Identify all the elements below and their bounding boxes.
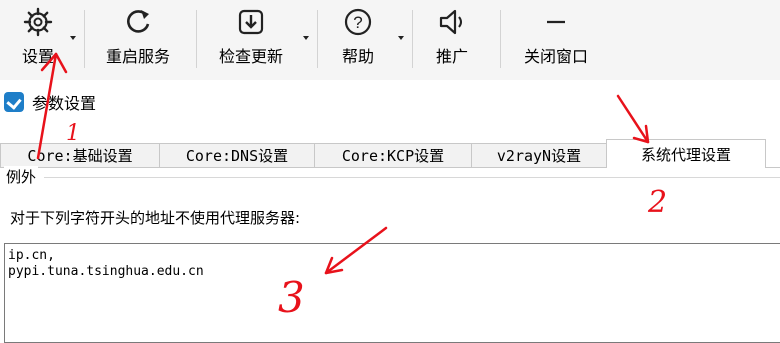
gear-icon	[23, 7, 53, 37]
tab-core-kcp[interactable]: Core:KCP设置	[314, 143, 472, 167]
check-update-label: 检查更新	[218, 47, 283, 66]
check-update-button[interactable]: 检查更新	[211, 6, 291, 74]
restart-service-label: 重启服务	[105, 47, 170, 66]
settings-label: 设置	[21, 47, 54, 66]
settings-button[interactable]: 设置	[14, 6, 62, 74]
proxy-exceptions-textarea[interactable]	[4, 243, 780, 343]
toolbar: 设置 重启服务 检查更新 ? 帮助 推广 关闭窗口	[0, 0, 780, 80]
svg-text:?: ?	[353, 13, 362, 32]
exceptions-description: 对于下列字符开头的地址不使用代理服务器:	[10, 209, 301, 227]
tab-system-proxy[interactable]: 系统代理设置	[606, 139, 766, 168]
restart-icon	[127, 10, 150, 33]
close-window-label: 关闭窗口	[523, 47, 588, 66]
window-title-bar: 参数设置	[0, 84, 96, 120]
promote-button[interactable]: 推广	[430, 6, 474, 74]
help-dropdown-arrow[interactable]	[398, 36, 404, 40]
toolbar-separator	[196, 10, 197, 68]
tab-core-dns[interactable]: Core:DNS设置	[159, 143, 315, 167]
toolbar-separator	[317, 10, 318, 68]
group-divider	[44, 177, 780, 178]
tab-core-basic[interactable]: Core:基础设置	[0, 143, 160, 167]
minimize-icon	[547, 20, 565, 24]
promote-label: 推广	[435, 47, 468, 66]
annotation-number-2: 2	[647, 185, 667, 220]
toolbar-separator	[500, 10, 501, 68]
help-label: 帮助	[341, 47, 374, 66]
download-icon	[238, 9, 264, 35]
close-window-button[interactable]: 关闭窗口	[516, 6, 596, 74]
speaker-icon	[439, 9, 462, 35]
toolbar-separator	[84, 10, 85, 68]
restart-service-button[interactable]: 重启服务	[100, 6, 176, 74]
tab-v2rayn-settings[interactable]: v2rayN设置	[471, 143, 607, 167]
settings-tabs: Core:基础设置 Core:DNS设置 Core:KCP设置 v2rayN设置…	[0, 139, 780, 168]
v2rayn-logo-icon	[4, 92, 24, 112]
annotation-arrow-2	[616, 94, 650, 144]
toolbar-separator	[412, 10, 413, 68]
window-title: 参数设置	[32, 94, 97, 113]
exceptions-group-label: 例外	[4, 166, 39, 187]
help-button[interactable]: ? 帮助	[336, 6, 380, 74]
help-icon: ?	[344, 8, 372, 36]
settings-dropdown-arrow[interactable]	[70, 36, 76, 40]
check-update-dropdown-arrow[interactable]	[303, 36, 309, 40]
